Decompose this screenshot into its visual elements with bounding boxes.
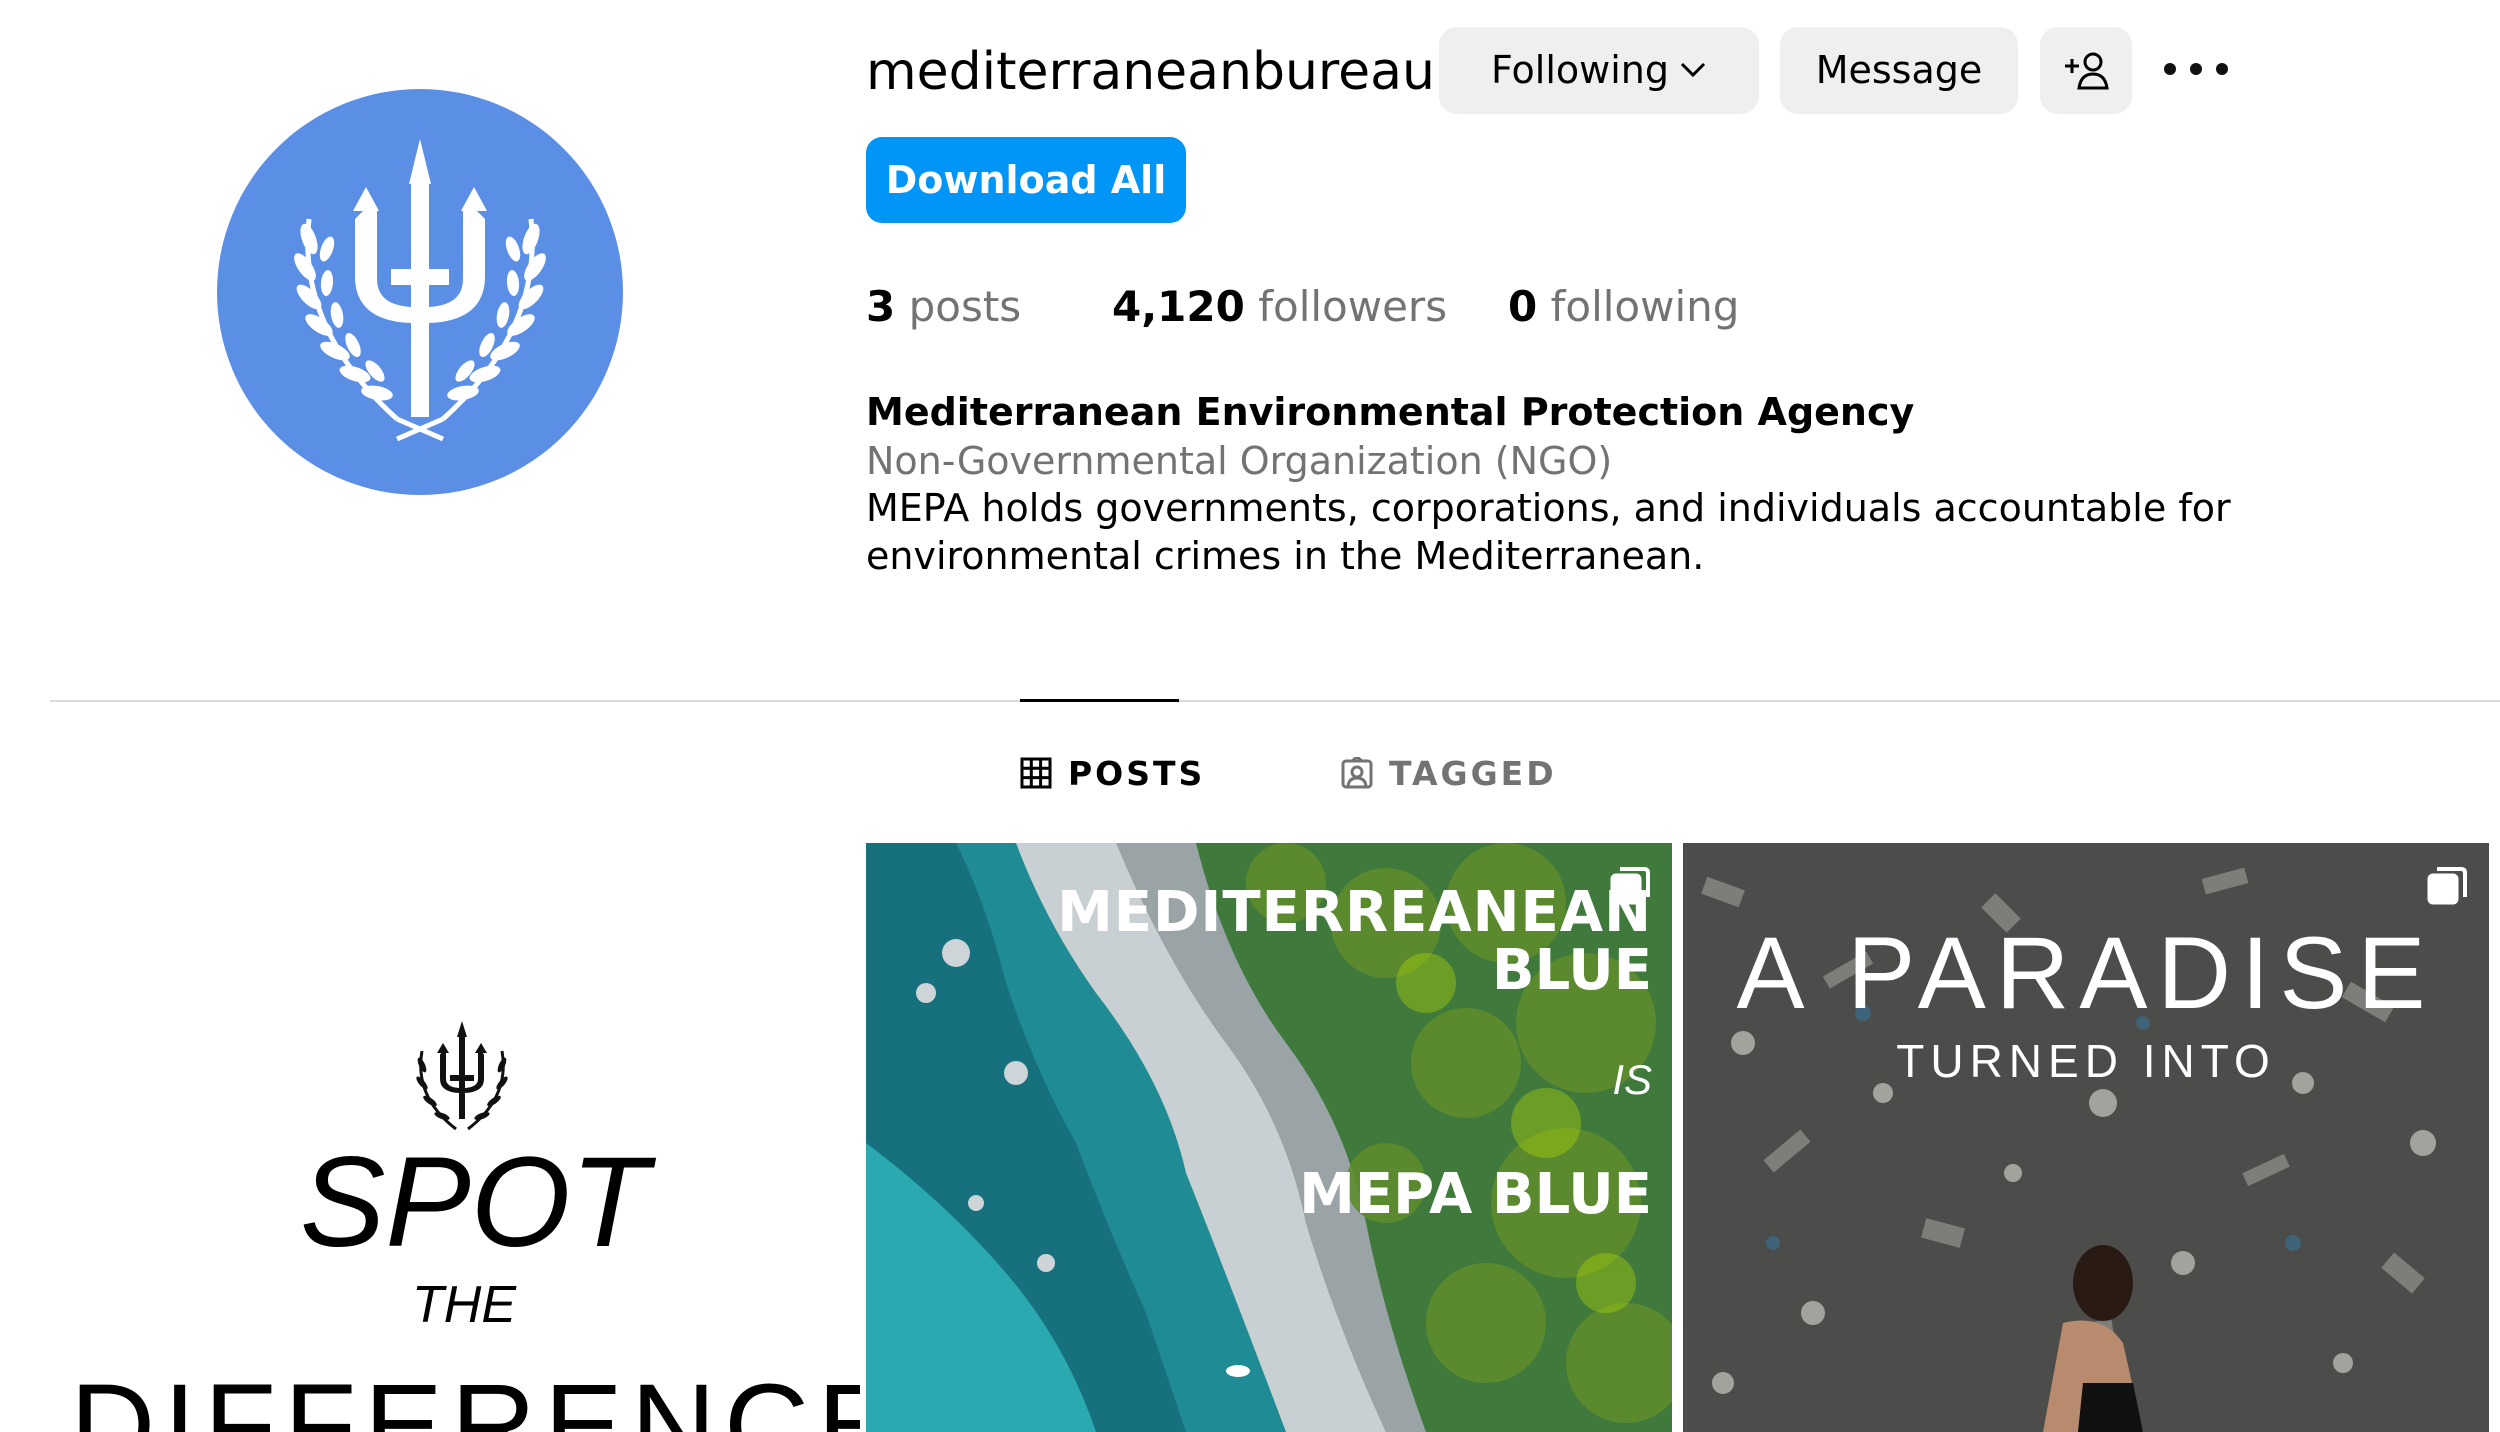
post-tile-mediterranean-blue[interactable]: MEDITERREANEAN BLUE IS MEPA BLUE [866, 843, 1672, 1432]
following-link[interactable]: 0 following [1508, 280, 1739, 334]
followers-count-value: 4,120 [1112, 282, 1245, 331]
followers-link[interactable]: 4,120 followers [1112, 280, 1447, 334]
following-count-value: 0 [1508, 282, 1538, 331]
carousel-icon [2427, 867, 2467, 905]
following-button[interactable]: Following [1439, 27, 1759, 114]
more-options-button[interactable] [2160, 40, 2232, 100]
download-all-button[interactable]: Download All [866, 137, 1186, 223]
bio-category: Non-Governmental Organization (NGO) [866, 439, 1613, 483]
more-icon-dot [2164, 63, 2176, 75]
tab-tagged[interactable]: TAGGED [1341, 752, 1557, 796]
post-2-line-4: MEPA BLUE [1299, 1162, 1652, 1227]
profile-username: mediterraneanbureau [866, 42, 1435, 102]
post-2-line-1: MEDITERREANEAN [1057, 880, 1652, 945]
trident-laurel-logo-icon [294, 139, 546, 442]
profile-avatar[interactable] [217, 89, 623, 495]
tab-posts[interactable]: POSTS [1020, 752, 1205, 796]
grid-icon [1020, 757, 1052, 788]
active-tab-indicator [1020, 699, 1179, 702]
post-2-line-3: IS [1612, 1056, 1652, 1103]
bio-text: MEPA holds governments, corporations, an… [866, 486, 2231, 578]
post-tile-spot-the-differences[interactable]: SPOT THE DIFFERENCES [0, 843, 860, 1432]
following-count-label: following [1550, 282, 1740, 331]
following-button-label: Following [1491, 48, 1669, 92]
post-2-line-2: BLUE [1491, 938, 1652, 1003]
tab-posts-label: POSTS [1068, 754, 1206, 793]
bio-full-name: Mediterranean Environmental Protection A… [866, 390, 1915, 434]
more-icon-dot [2216, 63, 2228, 75]
followers-count-label: followers [1258, 282, 1448, 331]
message-button[interactable]: Message [1780, 27, 2018, 114]
post-1-title: SPOT [300, 1131, 649, 1274]
chevron-down-icon [1680, 62, 1706, 77]
post-1-bottom-text: DIFFERENCES [70, 1360, 860, 1432]
more-icon-dot [2190, 63, 2202, 75]
post-3-line-2: TURNED INTO [1896, 1035, 2276, 1087]
tab-tagged-label: TAGGED [1389, 754, 1557, 793]
post-tile-paradise-turned-into[interactable]: A PARADISE TURNED INTO [1683, 843, 2489, 1432]
posts-count-label: posts [908, 282, 1022, 331]
add-user-icon [2065, 52, 2109, 89]
posts-count: 3 posts [866, 280, 1021, 334]
post-3-line-1: A PARADISE [1736, 916, 2436, 1030]
tabs-divider [50, 700, 2500, 702]
tagged-icon [1341, 754, 1373, 788]
post-1-subtitle: THE [412, 1276, 516, 1334]
message-button-label: Message [1815, 48, 1983, 92]
suggested-users-button[interactable] [2040, 27, 2132, 114]
posts-count-value: 3 [866, 282, 896, 331]
trident-laurel-logo-icon [416, 1021, 508, 1131]
